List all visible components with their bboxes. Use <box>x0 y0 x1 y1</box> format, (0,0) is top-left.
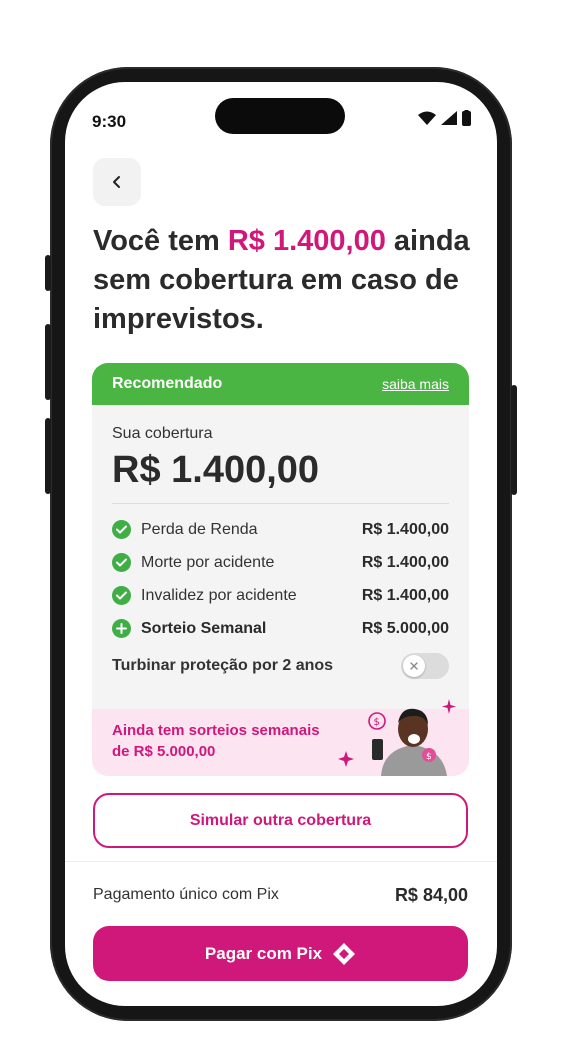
back-button[interactable] <box>93 158 141 206</box>
list-item: Morte por acidente R$ 1.400,00 <box>112 546 449 579</box>
svg-text:$: $ <box>426 752 432 762</box>
coverage-value: R$ 1.400,00 <box>112 449 320 491</box>
winner-illustration: $ $ <box>338 699 456 776</box>
wifi-icon <box>418 111 436 125</box>
payment-label: Pagamento único com Pix <box>93 886 279 903</box>
item-left: Perda de Renda <box>112 520 258 539</box>
item-name: Perda de Renda <box>141 520 258 538</box>
payment-amount: R$ 84,00 <box>394 884 468 905</box>
check-icon <box>112 553 131 572</box>
divider <box>112 503 449 504</box>
item-left: Invalidez por acidente <box>112 586 297 605</box>
phone-screen: 9:30 Você tem R$ 1.400,00 ainda sem cobe… <box>65 82 497 1006</box>
close-icon <box>410 662 418 670</box>
title-amount: R$ 1.400,00 <box>227 225 386 257</box>
check-icon <box>112 520 131 539</box>
coverage-label: Sua cobertura <box>112 425 213 442</box>
turbo-row: Turbinar proteção por 2 anos <box>112 651 449 681</box>
turbo-toggle[interactable] <box>401 653 449 679</box>
title-prefix: Você tem <box>93 225 228 257</box>
item-name: Morte por acidente <box>141 553 275 571</box>
item-left: Morte por acidente <box>112 553 274 572</box>
list-item: Sorteio Semanal R$ 5.000,00 <box>112 612 449 645</box>
item-amount: R$ 1.400,00 <box>361 586 449 604</box>
chevron-left-icon <box>113 176 120 188</box>
signal-icon <box>441 111 457 125</box>
list-item: Invalidez por acidente R$ 1.400,00 <box>112 579 449 612</box>
turbo-label: Turbinar proteção por 2 anos <box>112 657 334 674</box>
card-header: Recomendado saiba mais <box>92 363 469 405</box>
side-button-power <box>511 385 517 495</box>
item-amount: R$ 5.000,00 <box>361 619 449 637</box>
pay-with-pix-button[interactable]: Pagar com Pix <box>93 926 468 981</box>
divider <box>65 861 497 862</box>
item-left: Sorteio Semanal <box>112 619 266 638</box>
coverage-card: Recomendado saiba mais Sua cobertura R$ … <box>92 363 469 776</box>
side-button-volume-up <box>45 324 51 400</box>
check-icon <box>112 586 131 605</box>
list-item: Perda de Renda R$ 1.400,00 <box>112 513 449 546</box>
svg-text:$: $ <box>374 717 380 728</box>
pay-button-label: Pagar com Pix <box>204 943 323 963</box>
coverage-list: Perda de Renda R$ 1.400,00 Morte por aci… <box>112 513 449 645</box>
dynamic-island <box>215 98 345 134</box>
promo-banner: Ainda tem sorteios semanais de R$ 5.000,… <box>92 699 469 776</box>
status-icons <box>418 110 471 126</box>
plus-icon <box>112 619 131 638</box>
status-time: 9:30 <box>92 112 127 131</box>
learn-more-link[interactable]: saiba mais <box>382 376 449 392</box>
toggle-knob <box>403 655 425 677</box>
item-name: Sorteio Semanal <box>141 619 267 637</box>
promo-text: Ainda tem sorteios semanais de R$ 5.000,… <box>112 722 320 760</box>
item-name: Invalidez por acidente <box>141 586 297 604</box>
item-amount: R$ 1.400,00 <box>361 520 449 538</box>
side-button-action <box>45 255 51 291</box>
simulate-button[interactable]: Simular outra cobertura <box>93 793 468 848</box>
payment-summary: Pagamento único com Pix R$ 84,00 <box>93 882 468 908</box>
side-button-volume-down <box>45 418 51 494</box>
item-amount: R$ 1.400,00 <box>361 553 449 571</box>
pix-icon <box>333 942 356 965</box>
page-title: Você tem R$ 1.400,00 ainda sem cobertura… <box>93 222 483 339</box>
recommended-label: Recomendado <box>112 375 223 392</box>
battery-icon <box>462 110 471 126</box>
